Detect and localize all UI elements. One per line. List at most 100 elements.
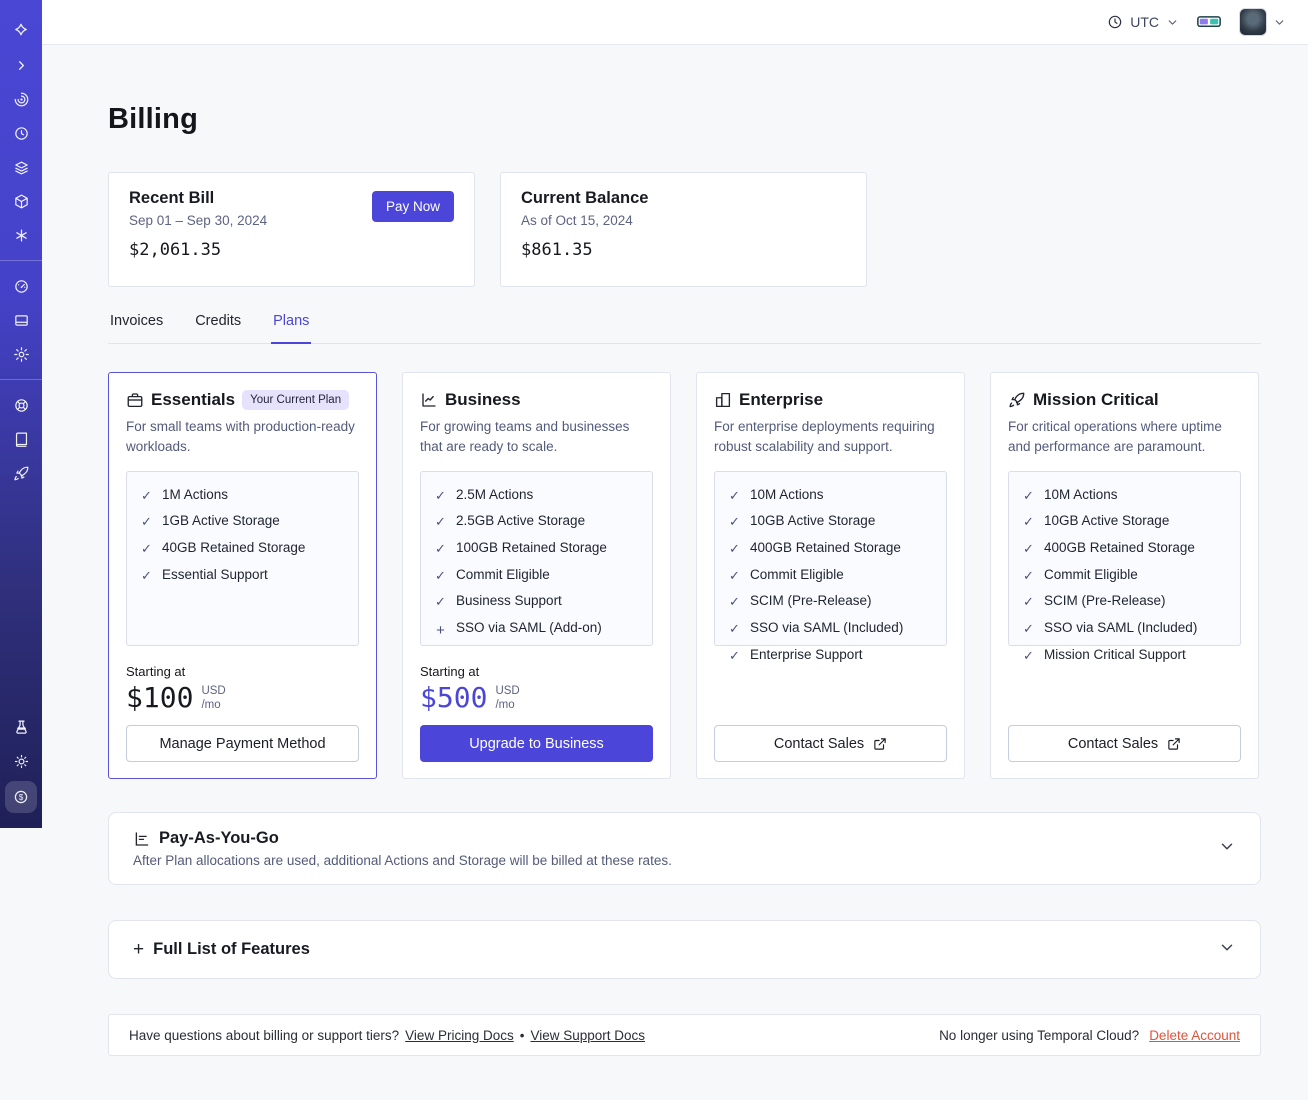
check-icon: ✓ — [1023, 540, 1034, 556]
check-icon: ✓ — [729, 620, 740, 636]
spiral-icon[interactable] — [7, 85, 35, 113]
chevron-down-icon[interactable] — [1218, 837, 1236, 860]
asterisk-icon[interactable] — [7, 221, 35, 249]
feature-item: ✓ 100GB Retained Storage — [434, 540, 639, 558]
check-icon: ✓ — [1023, 567, 1034, 583]
chevron-right-icon[interactable] — [7, 51, 35, 79]
upgrade-to-business-button[interactable]: Upgrade to Business — [420, 725, 653, 762]
check-icon: ✓ — [729, 647, 740, 663]
price-block: Starting at $500 USD/mo — [420, 664, 653, 714]
feature-text: 1GB Active Storage — [162, 513, 280, 529]
check-icon: ✓ — [141, 567, 152, 583]
feature-item: ✓ 10GB Active Storage — [1022, 513, 1227, 531]
price-currency: USD — [495, 684, 520, 697]
check-icon: ✓ — [1023, 487, 1034, 503]
tab-invoices[interactable]: Invoices — [108, 313, 165, 343]
cube-icon[interactable] — [7, 187, 35, 215]
contact-sales-button[interactable]: Contact Sales — [714, 725, 947, 762]
full-features-accordion[interactable]: + Full List of Features — [108, 920, 1261, 979]
3d-glasses-icon[interactable] — [1197, 14, 1221, 30]
clock-icon — [1107, 14, 1123, 30]
feature-text: 10M Actions — [750, 486, 824, 502]
chevron-down-icon[interactable] — [1218, 938, 1236, 961]
plan-name: Enterprise — [739, 390, 824, 409]
feature-item: ✓ 10GB Active Storage — [728, 513, 933, 531]
starting-at-label: Starting at — [126, 663, 186, 679]
layers-icon[interactable] — [7, 153, 35, 181]
feature-text: SSO via SAML (Included) — [1044, 619, 1198, 635]
feature-text: 2.5GB Active Storage — [456, 513, 586, 529]
footer-question: Have questions about billing or support … — [129, 1027, 400, 1043]
feature-text: 40GB Retained Storage — [162, 539, 306, 555]
external-link-icon — [873, 737, 887, 751]
feature-text: 100GB Retained Storage — [456, 539, 607, 555]
pay-as-you-go-accordion[interactable]: Pay-As-You-Go After Plan allocations are… — [108, 812, 1261, 885]
contact-sales-button[interactable]: Contact Sales — [1008, 725, 1241, 762]
manage-payment-method-button[interactable]: Manage Payment Method — [126, 725, 359, 762]
feature-text: SCIM (Pre-Release) — [750, 593, 872, 609]
feature-text: SSO via SAML (Included) — [750, 619, 904, 635]
clock-arrow-icon[interactable] — [7, 119, 35, 147]
price-amount: $500 — [420, 680, 488, 714]
contact-sales-label: Contact Sales — [773, 735, 865, 752]
feature-item: ✓ Business Support — [434, 593, 639, 611]
delete-account-link[interactable]: Delete Account — [1149, 1028, 1240, 1043]
current-balance-amount: $861.35 — [521, 240, 593, 260]
sun-icon[interactable] — [7, 747, 35, 775]
footer-panel: Have questions about billing or support … — [108, 1014, 1261, 1056]
feature-text: 2.5M Actions — [456, 486, 534, 502]
check-icon: ✓ — [1023, 594, 1034, 610]
recent-bill-card: Recent Bill Sep 01 – Sep 30, 2024 $2,061… — [108, 172, 475, 287]
feature-item: ✓ Commit Eligible — [728, 567, 933, 585]
book-icon[interactable] — [7, 425, 35, 453]
feature-list: ✓ 10M Actions ✓ 10GB Active Storage ✓ 400GB… — [1008, 470, 1241, 663]
feature-text: Commit Eligible — [456, 566, 550, 582]
feature-item: ✓ 2.5M Actions — [434, 487, 639, 505]
rocket-icon[interactable] — [7, 459, 35, 487]
check-icon: ✓ — [141, 514, 152, 530]
feature-item: ✓ Essential Support — [140, 567, 345, 585]
view-pricing-docs-link[interactable]: View Pricing Docs — [405, 1028, 514, 1043]
contact-sales-label: Contact Sales — [1067, 735, 1159, 752]
plan-name: Mission Critical — [1033, 390, 1159, 409]
tab-credits[interactable]: Credits — [193, 313, 243, 343]
panel-icon[interactable] — [7, 306, 35, 334]
feature-text: SSO via SAML (Add-on) — [456, 619, 602, 635]
pinwheel-logo-icon[interactable] — [7, 17, 35, 45]
check-icon: ✓ — [141, 487, 152, 503]
feature-list: ✓ 2.5M Actions ✓ 2.5GB Active Storage ✓ 100… — [420, 470, 653, 646]
full-features-title: Full List of Features — [153, 940, 310, 958]
pay-now-button[interactable]: Pay Now — [371, 191, 454, 222]
external-link-icon — [1167, 737, 1181, 751]
check-icon: ✓ — [729, 567, 740, 583]
account-menu[interactable] — [1239, 8, 1286, 36]
check-icon: ✓ — [141, 540, 152, 556]
timezone-selector[interactable]: UTC — [1107, 14, 1179, 30]
coin-dollar-icon[interactable]: $ — [5, 781, 37, 813]
gauge-icon[interactable] — [7, 272, 35, 300]
tab-plans[interactable]: Plans — [271, 313, 312, 344]
gear-icon[interactable] — [7, 340, 35, 368]
plan-card-essentials: Essentials Your Current Plan For small t… — [108, 372, 377, 779]
check-icon: ✓ — [729, 594, 740, 610]
current-plan-badge: Your Current Plan — [242, 390, 350, 410]
topbar: UTC — [42, 0, 1308, 45]
plans-row: Essentials Your Current Plan For small t… — [108, 372, 1261, 779]
lifebuoy-icon[interactable] — [7, 391, 35, 419]
view-support-docs-link[interactable]: View Support Docs — [530, 1028, 645, 1043]
rocket-icon — [1008, 391, 1026, 409]
feature-text: 400GB Retained Storage — [1044, 539, 1195, 555]
sidebar: $ — [0, 0, 42, 828]
bullet-separator: • — [519, 1027, 525, 1043]
feature-item: ✓ 1GB Active Storage — [140, 513, 345, 531]
svg-text:$: $ — [19, 793, 24, 802]
paygo-description: After Plan allocations are used, additio… — [133, 853, 672, 868]
check-icon: ✓ — [729, 540, 740, 556]
starting-at-label: Starting at — [420, 663, 480, 679]
flask-icon[interactable] — [7, 713, 35, 741]
feature-item: ✓ Commit Eligible — [1022, 567, 1227, 585]
recent-bill-amount: $2,061.35 — [129, 240, 222, 260]
feature-text: 10M Actions — [1044, 486, 1118, 502]
feature-item: ✓ Commit Eligible — [434, 567, 639, 585]
feature-text: 10GB Active Storage — [1044, 513, 1170, 529]
